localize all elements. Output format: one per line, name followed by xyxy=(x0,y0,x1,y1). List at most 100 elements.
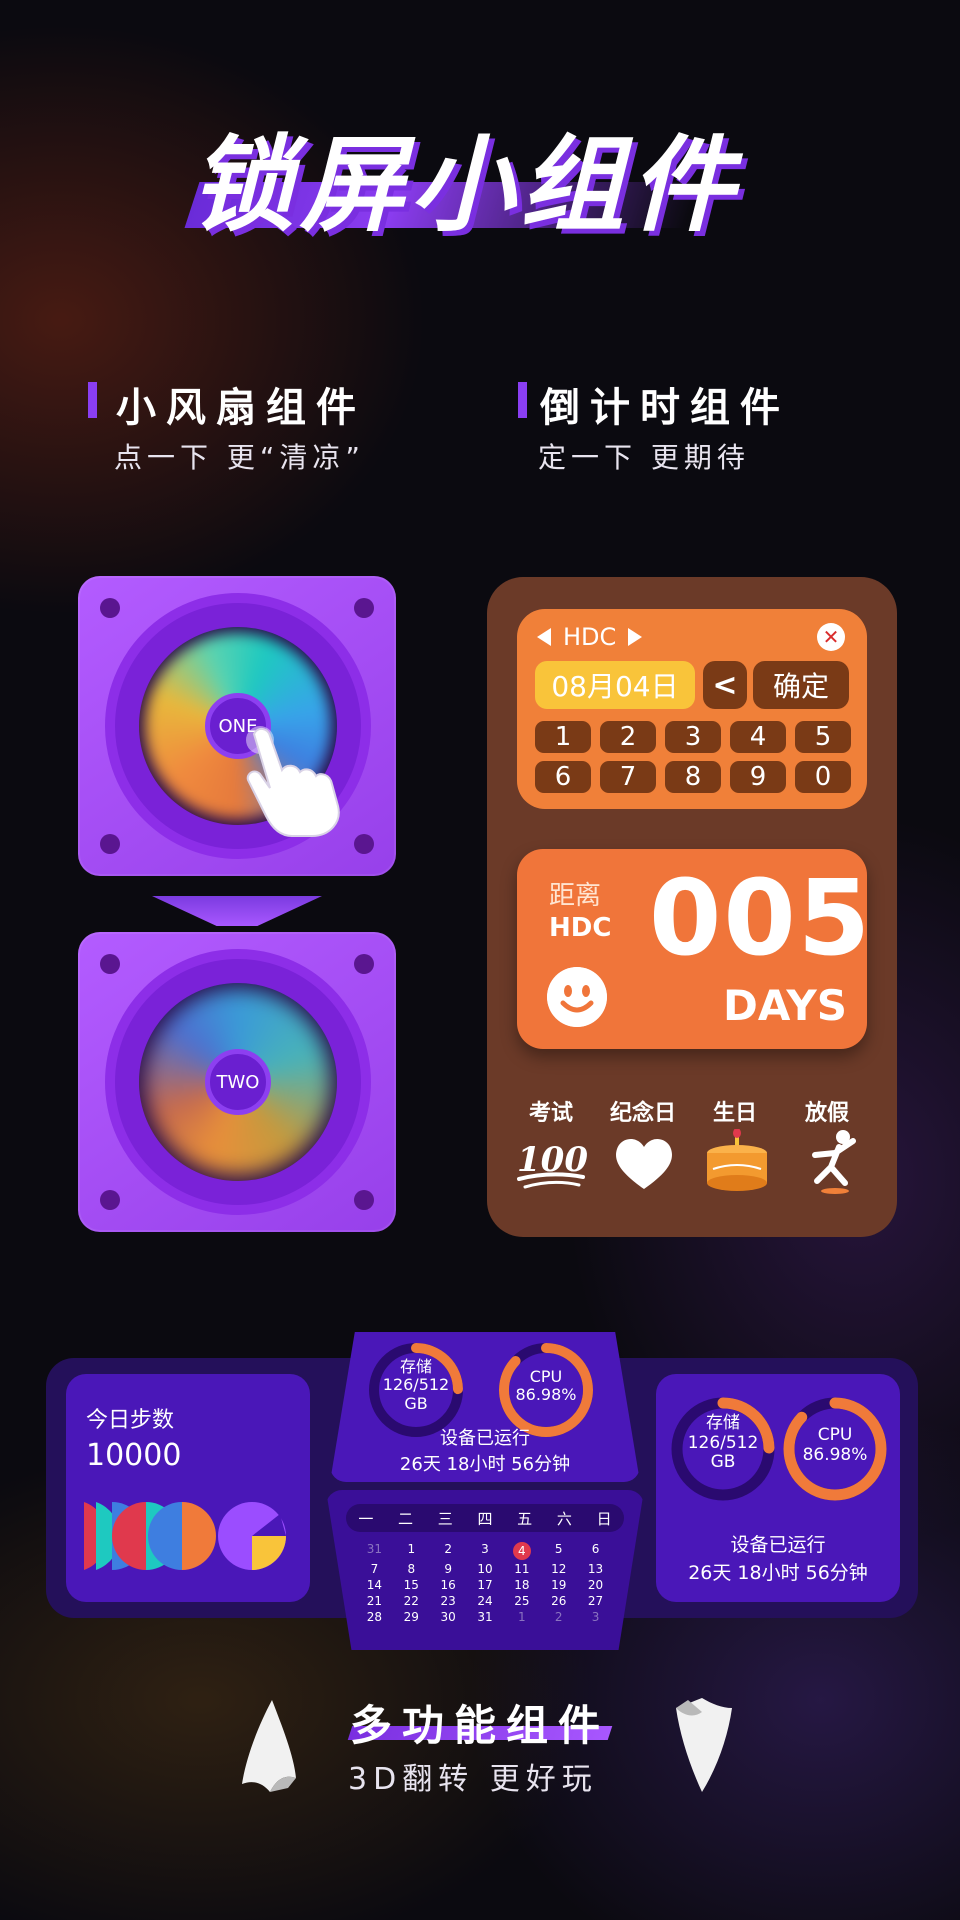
calendar-day[interactable]: 6 xyxy=(577,1542,614,1560)
multi-section-title: 多功能组件 xyxy=(350,1701,611,1750)
category-birthday-label[interactable]: 生日 xyxy=(695,1095,775,1127)
storage-value: 126/512 xyxy=(687,1432,759,1453)
calendar-day[interactable]: 15 xyxy=(393,1578,430,1592)
close-button[interactable]: ✕ xyxy=(817,623,845,651)
screw-icon xyxy=(354,1190,374,1210)
key-0[interactable]: 0 xyxy=(795,761,851,793)
calendar-day[interactable]: 17 xyxy=(467,1578,504,1592)
category-exam-label[interactable]: 考试 xyxy=(511,1095,591,1127)
weekday-label: 六 xyxy=(556,1509,572,1528)
fan-section-marker xyxy=(88,382,97,418)
hdc-logo-icon xyxy=(84,1502,286,1570)
fan-section-subtitle: 点一下 更“清凉” xyxy=(114,441,365,474)
storage-label: 存储 xyxy=(706,1413,740,1433)
weekday-label: 日 xyxy=(596,1509,612,1528)
countdown-card[interactable]: 距离 HDC 005 DAYS xyxy=(517,849,870,1049)
calendar-day[interactable]: 8 xyxy=(393,1562,430,1576)
backspace-button[interactable]: < xyxy=(703,661,747,709)
calendar-day[interactable]: 22 xyxy=(393,1594,430,1608)
calendar-day[interactable]: 31 xyxy=(467,1610,504,1624)
calendar-day[interactable]: 25 xyxy=(503,1594,540,1608)
calendar-day[interactable]: 12 xyxy=(540,1562,577,1576)
calendar-day[interactable]: 30 xyxy=(430,1610,467,1624)
calendar-day[interactable]: 13 xyxy=(577,1562,614,1576)
previous-event-icon[interactable] xyxy=(537,628,551,646)
steps-widget[interactable]: 今日步数 10000 xyxy=(66,1374,310,1602)
calendar-day[interactable]: 23 xyxy=(430,1594,467,1608)
key-4[interactable]: 4 xyxy=(730,721,786,753)
birthday-cake-icon[interactable] xyxy=(701,1129,773,1193)
distance-label: 距离 xyxy=(549,881,602,911)
countdown-section-subtitle: 定一下 更期待 xyxy=(538,441,750,474)
calendar-day[interactable]: 19 xyxy=(540,1578,577,1592)
key-1[interactable]: 1 xyxy=(535,721,591,753)
calendar-day[interactable]: 20 xyxy=(577,1578,614,1592)
storage-label: 存储 xyxy=(399,1357,432,1376)
fan-hub-button[interactable]: TWO xyxy=(205,1049,271,1115)
countdown-widget: HDC ✕ 08月04日 < 确定 1 2 3 4 5 6 7 8 9 0 距离… xyxy=(487,577,897,1237)
calendar-day[interactable]: 10 xyxy=(467,1562,504,1576)
category-anniversary-label[interactable]: 纪念日 xyxy=(603,1095,683,1127)
countdown-event-name: HDC xyxy=(549,913,612,943)
event-name: HDC xyxy=(563,623,617,651)
calendar-day[interactable]: 9 xyxy=(430,1562,467,1576)
page-title: 锁屏小组件 xyxy=(190,124,741,246)
uptime-value: 26天 18小时 56分钟 xyxy=(688,1562,868,1584)
days-remaining: 005 xyxy=(649,857,873,979)
weekday-label: 二 xyxy=(398,1509,414,1528)
cpu-label: CPU xyxy=(529,1367,563,1386)
jumping-person-icon[interactable] xyxy=(805,1129,865,1195)
key-8[interactable]: 8 xyxy=(665,761,721,793)
flip-down-arrow-icon xyxy=(676,1698,732,1792)
calendar-day[interactable]: 1 xyxy=(393,1542,430,1560)
calendar-day[interactable]: 21 xyxy=(356,1594,393,1608)
calendar-day[interactable]: 24 xyxy=(467,1594,504,1608)
multi-section-subtitle: 3D翻转 更好玩 xyxy=(348,1762,598,1797)
heart-icon[interactable] xyxy=(613,1135,675,1191)
flip-tile-calendar[interactable]: 一 二 三 四 五 六 日 31 1 2 3 4 5 6 7 8 9 10 11 12 13 14 15 16 1… xyxy=(326,1490,644,1650)
date-input[interactable]: 08月04日 xyxy=(535,661,695,709)
calendar-day[interactable]: 2 xyxy=(430,1542,467,1560)
key-2[interactable]: 2 xyxy=(600,721,656,753)
category-holiday-label[interactable]: 放假 xyxy=(787,1095,867,1127)
flip-arrow-icon xyxy=(152,896,322,926)
score-100-icon[interactable]: 100 xyxy=(515,1133,587,1193)
next-event-icon[interactable] xyxy=(628,628,643,646)
key-9[interactable]: 9 xyxy=(730,761,786,793)
cpu-value: 86.98% xyxy=(802,1444,868,1465)
storage-value: 126/512 xyxy=(382,1375,450,1395)
key-7[interactable]: 7 xyxy=(600,761,656,793)
calendar-day[interactable]: 2 xyxy=(540,1610,577,1624)
calendar-day[interactable]: 5 xyxy=(540,1542,577,1560)
calendar-day[interactable]: 11 xyxy=(503,1562,540,1576)
flip-up-arrow-icon xyxy=(242,1700,296,1792)
calendar-day[interactable]: 16 xyxy=(430,1578,467,1592)
calendar-day[interactable]: 14 xyxy=(356,1578,393,1592)
calendar-day[interactable]: 31 xyxy=(356,1542,393,1560)
calendar-day[interactable]: 1 xyxy=(503,1610,540,1624)
fan-widget-two[interactable]: TWO xyxy=(78,932,396,1232)
flip-tile-system[interactable]: 存储 126/512 GB CPU 86.98% 设备已运行 26天 18小时 … xyxy=(330,1332,640,1482)
weekday-label: 三 xyxy=(437,1509,453,1528)
calendar-day[interactable]: 27 xyxy=(577,1594,614,1608)
calendar-day[interactable]: 26 xyxy=(540,1594,577,1608)
calendar-day[interactable]: 28 xyxy=(356,1610,393,1624)
countdown-section-title: 倒计时组件 xyxy=(540,385,790,431)
calendar-day[interactable]: 3 xyxy=(467,1542,504,1560)
cpu-ring-text: CPU 86.98% xyxy=(780,1425,890,1465)
key-5[interactable]: 5 xyxy=(795,721,851,753)
countdown-editor: HDC ✕ 08月04日 < 确定 1 2 3 4 5 6 7 8 9 0 xyxy=(517,609,867,809)
cpu-ring-text: CPU 86.98% xyxy=(496,1367,596,1405)
confirm-button[interactable]: 确定 xyxy=(753,661,849,709)
weekday-label: 五 xyxy=(517,1509,533,1528)
system-widget[interactable]: 存储 126/512 GB CPU 86.98% 设备已运行 26天 18小时 … xyxy=(656,1374,900,1602)
calendar-day[interactable]: 3 xyxy=(577,1610,614,1624)
smiley-icon xyxy=(547,967,607,1027)
fan-section-title: 小风扇组件 xyxy=(116,385,366,431)
calendar-day[interactable]: 18 xyxy=(503,1578,540,1592)
calendar-day[interactable]: 7 xyxy=(356,1562,393,1576)
key-6[interactable]: 6 xyxy=(535,761,591,793)
calendar-day[interactable]: 29 xyxy=(393,1610,430,1624)
key-3[interactable]: 3 xyxy=(665,721,721,753)
calendar-day[interactable]: 4 xyxy=(512,1542,531,1560)
